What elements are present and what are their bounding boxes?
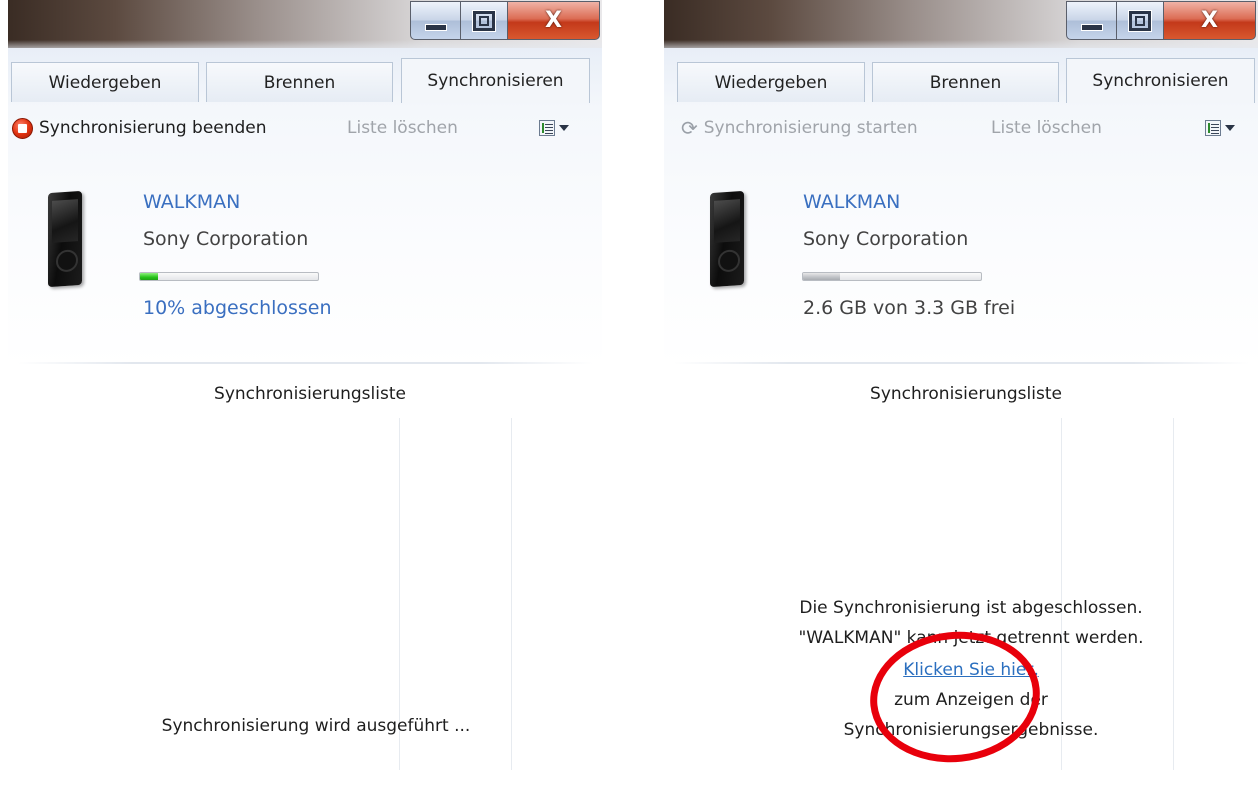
minimize-button[interactable] bbox=[1066, 1, 1117, 40]
close-button[interactable]: X bbox=[508, 1, 600, 40]
sync-toolbar: ⟳ Synchronisierung starten Liste löschen bbox=[664, 108, 1258, 148]
divider bbox=[674, 362, 1248, 364]
tab-strip: Wiedergeben Brennen Synchronisieren bbox=[664, 58, 1258, 103]
results-caption-line1: zum Anzeigen der bbox=[894, 690, 1048, 710]
sync-status-text[interactable]: 10% abgeschlossen bbox=[143, 297, 332, 319]
sync-running-message: Synchronisierung wird ausgeführt ... bbox=[161, 716, 471, 736]
divider bbox=[18, 362, 592, 364]
device-info: WALKMAN Sony Corporation 10% abgeschloss… bbox=[8, 148, 602, 362]
device-name[interactable]: WALKMAN bbox=[143, 191, 240, 213]
tab-synchronisieren[interactable]: Synchronisieren bbox=[1066, 58, 1255, 103]
minimize-icon bbox=[424, 24, 447, 31]
sync-list-header: Synchronisierungsliste bbox=[214, 384, 406, 404]
capacity-used-fill bbox=[803, 273, 841, 280]
tab-wiedergeben[interactable]: Wiedergeben bbox=[11, 62, 199, 102]
minimize-icon bbox=[1080, 24, 1103, 31]
chevron-down-icon bbox=[559, 125, 569, 131]
list-options-button[interactable] bbox=[539, 119, 573, 137]
device-manufacturer: Sony Corporation bbox=[143, 228, 309, 250]
sync-panel-complete: X Wiedergeben Brennen Synchronisieren ⟳ … bbox=[664, 0, 1258, 770]
close-icon: X bbox=[545, 8, 562, 33]
chevron-down-icon bbox=[1225, 125, 1235, 131]
list-options-icon bbox=[1205, 120, 1221, 136]
tab-synchronisieren[interactable]: Synchronisieren bbox=[401, 58, 590, 103]
column-divider bbox=[1061, 418, 1062, 770]
sync-arrows-icon: ⟳ bbox=[681, 116, 698, 140]
walkman-device-icon bbox=[710, 190, 744, 288]
list-options-icon bbox=[539, 120, 555, 136]
stop-sync-button[interactable]: Synchronisierung beenden bbox=[12, 108, 267, 148]
free-space-text: 2.6 GB von 3.3 GB frei bbox=[803, 297, 1016, 319]
tab-brennen[interactable]: Brennen bbox=[206, 62, 393, 102]
window-titlebar: X bbox=[8, 0, 602, 48]
start-sync-label: Synchronisierung starten bbox=[703, 118, 918, 138]
sync-progress-bar bbox=[139, 272, 319, 281]
stop-icon bbox=[12, 117, 33, 139]
minimize-button[interactable] bbox=[410, 1, 461, 40]
tab-strip: Wiedergeben Brennen Synchronisieren bbox=[8, 58, 602, 103]
clear-list-button[interactable]: Liste löschen bbox=[347, 108, 458, 148]
window-titlebar: X bbox=[664, 0, 1258, 48]
device-disconnect-message: "WALKMAN" kann jetzt getrennt werden. bbox=[798, 628, 1144, 648]
restore-icon bbox=[473, 10, 495, 31]
sync-panel-in-progress: X Wiedergeben Brennen Synchronisieren Sy… bbox=[8, 0, 602, 770]
results-link-row: Klicken Sie hier, bbox=[664, 660, 1258, 680]
tab-wiedergeben[interactable]: Wiedergeben bbox=[677, 62, 865, 102]
device-info: WALKMAN Sony Corporation 2.6 GB von 3.3 … bbox=[664, 148, 1258, 362]
sync-list-header: Synchronisierungsliste bbox=[870, 384, 1062, 404]
restore-button[interactable] bbox=[1117, 1, 1164, 40]
close-button[interactable]: X bbox=[1164, 1, 1256, 40]
start-sync-button[interactable]: ⟳ Synchronisierung starten bbox=[681, 108, 918, 148]
stop-sync-label: Synchronisierung beenden bbox=[39, 118, 267, 138]
clear-list-button[interactable]: Liste löschen bbox=[991, 108, 1102, 148]
device-name[interactable]: WALKMAN bbox=[803, 191, 900, 213]
panel-body: Wiedergeben Brennen Synchronisieren ⟳ Sy… bbox=[664, 48, 1258, 770]
sync-progress-fill bbox=[140, 273, 158, 280]
restore-button[interactable] bbox=[461, 1, 508, 40]
walkman-device-icon bbox=[48, 190, 82, 288]
capacity-bar bbox=[802, 272, 982, 281]
sync-toolbar: Synchronisierung beenden Liste löschen bbox=[8, 108, 602, 148]
list-options-button[interactable] bbox=[1205, 119, 1239, 137]
sync-complete-message: Die Synchronisierung ist abgeschlossen. bbox=[799, 598, 1143, 618]
restore-icon bbox=[1129, 10, 1151, 31]
close-icon: X bbox=[1201, 8, 1218, 33]
results-caption-line2: Synchronisierungsergebnisse. bbox=[843, 720, 1099, 740]
view-results-link[interactable]: Klicken Sie hier, bbox=[903, 660, 1039, 680]
device-manufacturer: Sony Corporation bbox=[803, 228, 969, 250]
tab-brennen[interactable]: Brennen bbox=[872, 62, 1059, 102]
panel-body: Wiedergeben Brennen Synchronisieren Sync… bbox=[8, 48, 602, 770]
column-divider bbox=[1173, 418, 1174, 770]
